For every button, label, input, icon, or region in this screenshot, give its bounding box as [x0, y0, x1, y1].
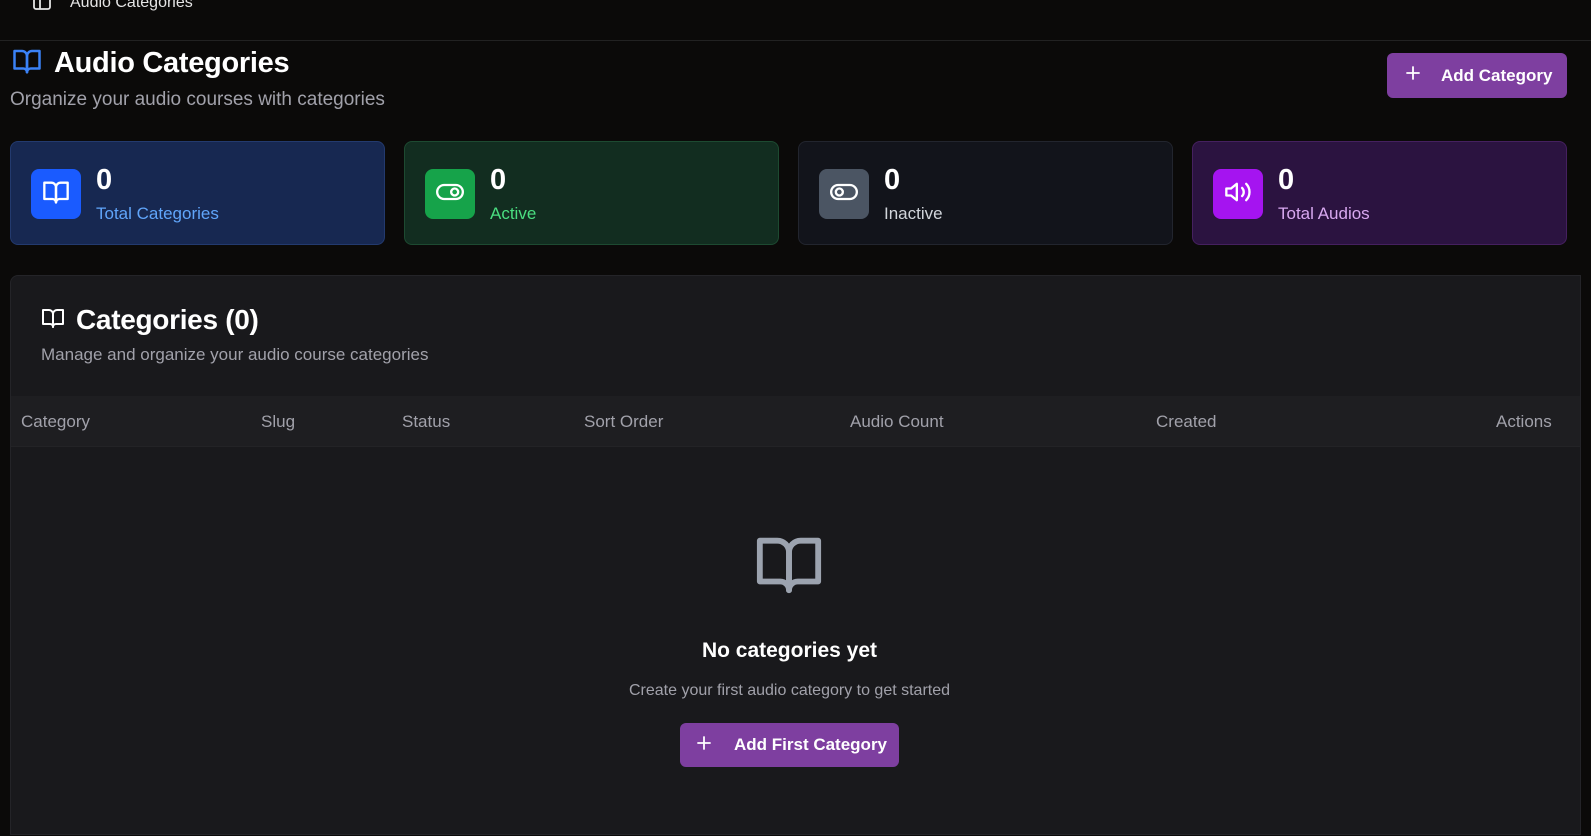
book-open-icon [40, 306, 66, 335]
volume-icon [1224, 178, 1252, 211]
stat-label: Inactive [884, 204, 943, 223]
stat-value: 0 [884, 164, 901, 196]
sidebar-toggle-icon[interactable] [33, 0, 51, 10]
stat-label: Total Categories [96, 204, 219, 223]
top-bar: Audio Categories [0, 0, 1591, 41]
toggle-on-icon [436, 178, 464, 211]
column-header-category: Category [21, 412, 90, 431]
add-first-category-button[interactable]: Add First Category [680, 723, 899, 767]
stat-card-total-audios: 0 Total Audios [1192, 141, 1567, 245]
empty-state-title: No categories yet [701, 639, 878, 662]
stat-card-active: 0 Active [404, 141, 779, 245]
column-header-status: Status [402, 412, 451, 431]
stat-value: 0 [1278, 164, 1295, 196]
stat-label: Active [490, 204, 537, 223]
plus-icon [696, 735, 712, 756]
page-header: Audio Categories Organize your audio cou… [10, 46, 385, 111]
stat-icon-box [425, 169, 475, 219]
empty-state: No categories yet Create your first audi… [11, 447, 1568, 836]
stat-icon-box [1213, 169, 1263, 219]
stat-value: 0 [96, 164, 113, 196]
panel-subtitle: Manage and organize your audio course ca… [41, 345, 429, 364]
toggle-off-icon [830, 178, 858, 211]
stat-value: 0 [490, 164, 507, 196]
breadcrumb: Audio Categories [70, 0, 193, 11]
panel-title: Categories (0) [76, 304, 259, 335]
stat-icon-box [31, 169, 81, 219]
add-category-button[interactable]: Add Category [1387, 53, 1567, 98]
table-header: Category Slug Status Sort Order Audio Co… [11, 396, 1580, 447]
book-open-icon [751, 529, 827, 604]
categories-panel: Categories (0) Manage and organize your … [10, 275, 1581, 835]
add-category-label: Add Category [1441, 65, 1553, 85]
column-header-audio-count: Audio Count [850, 412, 944, 431]
stat-icon-box [819, 169, 869, 219]
column-header-slug: Slug [261, 412, 296, 431]
add-first-category-label: Add First Category [734, 735, 888, 754]
column-header-sort-order: Sort Order [584, 412, 664, 431]
book-open-icon [42, 178, 70, 211]
column-header-actions: Actions [1496, 412, 1552, 431]
plus-icon [1405, 65, 1421, 86]
column-header-created: Created [1156, 412, 1217, 431]
page-subtitle: Organize your audio courses with categor… [10, 89, 385, 110]
page-title: Audio Categories [54, 47, 290, 79]
stat-label: Total Audios [1278, 204, 1370, 223]
stat-card-total-categories: 0 Total Categories [10, 141, 385, 245]
stat-card-inactive: 0 Inactive [798, 141, 1173, 245]
empty-state-text: Create your first audio category to get … [628, 682, 951, 699]
book-open-icon [10, 46, 44, 81]
